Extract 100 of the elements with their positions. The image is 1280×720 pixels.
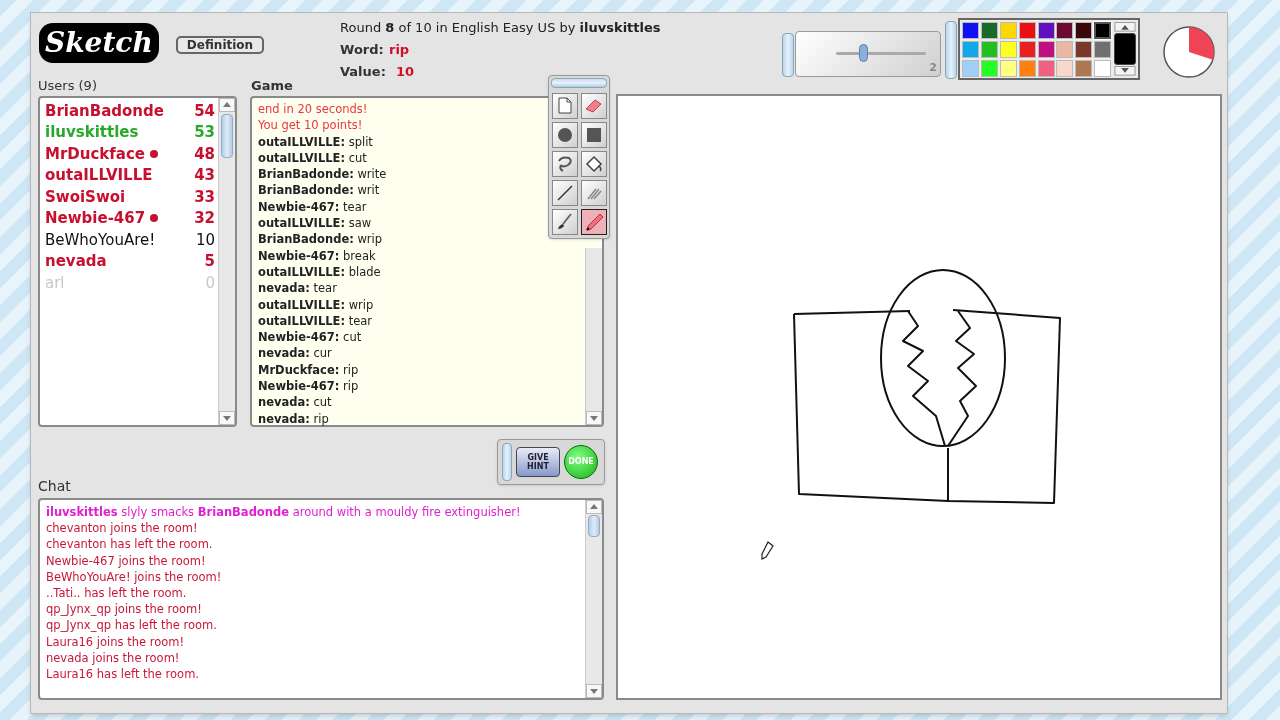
tool-button[interactable] bbox=[580, 93, 607, 119]
hint-button[interactable]: GIVE HINT bbox=[516, 447, 560, 477]
guess-message: nevada: cur bbox=[258, 345, 333, 362]
user-name[interactable]: nevada bbox=[45, 250, 107, 273]
color-swatch[interactable] bbox=[980, 22, 998, 39]
guess-message: outaILLVILLE: cut bbox=[258, 149, 368, 167]
user-name[interactable]: outaILLVILLE bbox=[45, 164, 153, 187]
chat-message: iluvskittles slyly smacks BrianBadonde around with a mouldy fire extinguisher! bbox=[46, 504, 522, 521]
color-swatch[interactable] bbox=[962, 41, 979, 58]
chat-message: qp_Jynx_qp joins the room! bbox=[46, 601, 203, 618]
color-swatch[interactable] bbox=[1018, 41, 1036, 58]
color-swatch[interactable] bbox=[962, 22, 979, 39]
chat-message: ..Tati.. has left the room. bbox=[46, 585, 188, 602]
slider-thumb[interactable] bbox=[859, 44, 868, 62]
drag-handle[interactable] bbox=[551, 78, 607, 88]
scroll-down-button[interactable] bbox=[1114, 66, 1136, 76]
timer-icon bbox=[1162, 25, 1216, 79]
definition-button[interactable]: Definition bbox=[176, 36, 264, 54]
tool-button[interactable] bbox=[552, 151, 578, 177]
scrollbar[interactable] bbox=[585, 500, 602, 698]
color-swatch[interactable] bbox=[1094, 22, 1112, 39]
tool-button[interactable] bbox=[580, 151, 607, 177]
color-swatch[interactable] bbox=[1037, 41, 1055, 58]
color-swatch[interactable] bbox=[1056, 22, 1074, 39]
user-name[interactable]: MrDuckface bbox=[45, 142, 146, 165]
color-swatch[interactable] bbox=[1056, 41, 1074, 58]
scrollbar[interactable] bbox=[218, 98, 235, 425]
guess-message: outaILLVILLE: saw bbox=[258, 215, 373, 232]
user-score: 10 bbox=[195, 229, 215, 251]
color-swatch[interactable] bbox=[1075, 22, 1093, 39]
tool-button[interactable] bbox=[580, 209, 607, 235]
scroll-thumb[interactable] bbox=[221, 114, 233, 158]
scroll-thumb[interactable] bbox=[588, 515, 600, 537]
value-amount: 10 bbox=[396, 63, 415, 81]
guess-message: outaILLVILLE: split bbox=[258, 133, 374, 150]
user-name[interactable]: BeWhoYouAre! bbox=[45, 228, 156, 251]
scroll-down-button[interactable] bbox=[586, 684, 602, 698]
brush-size-reading: 2 bbox=[929, 59, 937, 76]
game-title: Game bbox=[251, 77, 293, 95]
color-swatch[interactable] bbox=[999, 41, 1017, 58]
user-name[interactable]: SwoiSwoi bbox=[45, 185, 126, 208]
chat-message: BeWhoYouAre! joins the room! bbox=[46, 568, 223, 585]
drag-handle[interactable] bbox=[502, 443, 512, 481]
guess-message: Newbie-467: tear bbox=[258, 198, 368, 216]
guess-message: BrianBadonde: writ bbox=[258, 182, 381, 199]
tool-button[interactable] bbox=[580, 122, 607, 148]
color-swatch[interactable] bbox=[980, 60, 998, 77]
guess-message: outaILLVILLE: wrip bbox=[258, 296, 375, 313]
drag-handle[interactable] bbox=[945, 21, 957, 79]
color-swatch[interactable] bbox=[1037, 60, 1055, 77]
drag-handle[interactable] bbox=[782, 33, 794, 77]
system-message: end in 20 seconds! bbox=[258, 101, 369, 118]
word-value: rip bbox=[389, 41, 410, 59]
round-info: Round 8 of 10 in English Easy US by iluvskittles bbox=[340, 19, 661, 37]
color-swatch[interactable] bbox=[1037, 22, 1055, 39]
guess-message: MrDuckface: rip bbox=[258, 361, 360, 379]
color-swatch[interactable] bbox=[1075, 60, 1093, 77]
tool-button[interactable] bbox=[552, 209, 578, 235]
value-label: Value: bbox=[340, 63, 386, 81]
scroll-up-button[interactable] bbox=[586, 500, 602, 514]
user-score: 33 bbox=[194, 186, 215, 208]
guess-message: nevada: tear bbox=[258, 280, 338, 297]
color-swatch[interactable] bbox=[1075, 41, 1093, 58]
tool-button[interactable] bbox=[552, 180, 578, 206]
user-score: 32 bbox=[194, 208, 215, 229]
user-score: 43 bbox=[194, 165, 215, 186]
color-swatch[interactable] bbox=[962, 60, 979, 77]
tool-button[interactable] bbox=[552, 122, 578, 148]
color-swatch[interactable] bbox=[999, 22, 1017, 39]
chat-message: qp_Jynx_qp has left the room. bbox=[46, 617, 218, 634]
chat-message: chevanton has left the room. bbox=[46, 536, 214, 553]
user-score: 5 bbox=[204, 251, 215, 272]
color-swatch[interactable] bbox=[1094, 60, 1112, 77]
color-swatch[interactable] bbox=[999, 60, 1017, 77]
scroll-down-button[interactable] bbox=[219, 411, 235, 425]
color-swatch[interactable] bbox=[1094, 41, 1112, 58]
color-swatch[interactable] bbox=[1056, 60, 1074, 77]
scroll-up-button[interactable] bbox=[1114, 22, 1136, 32]
scrollbar[interactable] bbox=[585, 248, 602, 425]
chat-message: Laura16 has left the room. bbox=[46, 666, 200, 683]
user-name[interactable]: iluvskittles bbox=[45, 121, 139, 144]
scroll-down-button[interactable] bbox=[586, 411, 602, 425]
color-swatch[interactable] bbox=[1018, 60, 1036, 77]
color-swatch[interactable] bbox=[1018, 22, 1036, 39]
scroll-up-button[interactable] bbox=[219, 98, 235, 112]
user-name[interactable]: Newbie-467 bbox=[45, 207, 146, 230]
user-name[interactable]: BrianBadonde bbox=[45, 99, 164, 122]
guess-message: nevada: rip bbox=[258, 410, 330, 427]
system-message: You get 10 points! bbox=[258, 117, 364, 134]
guess-message: outaILLVILLE: blade bbox=[258, 263, 382, 281]
word-label: Word: bbox=[340, 41, 384, 59]
guess-message: outaILLVILLE: tear bbox=[258, 312, 373, 330]
chat-message: Newbie-467 joins the room! bbox=[46, 552, 207, 569]
chat-message: nevada joins the room! bbox=[46, 649, 181, 667]
guess-message: Newbie-467: break bbox=[258, 247, 377, 264]
pencil-cursor-icon bbox=[761, 541, 774, 560]
users-title: Users (9) bbox=[38, 77, 97, 95]
guess-message: Newbie-467: rip bbox=[258, 378, 360, 395]
drawing-canvas[interactable] bbox=[616, 94, 1222, 700]
color-swatch[interactable] bbox=[980, 41, 998, 58]
